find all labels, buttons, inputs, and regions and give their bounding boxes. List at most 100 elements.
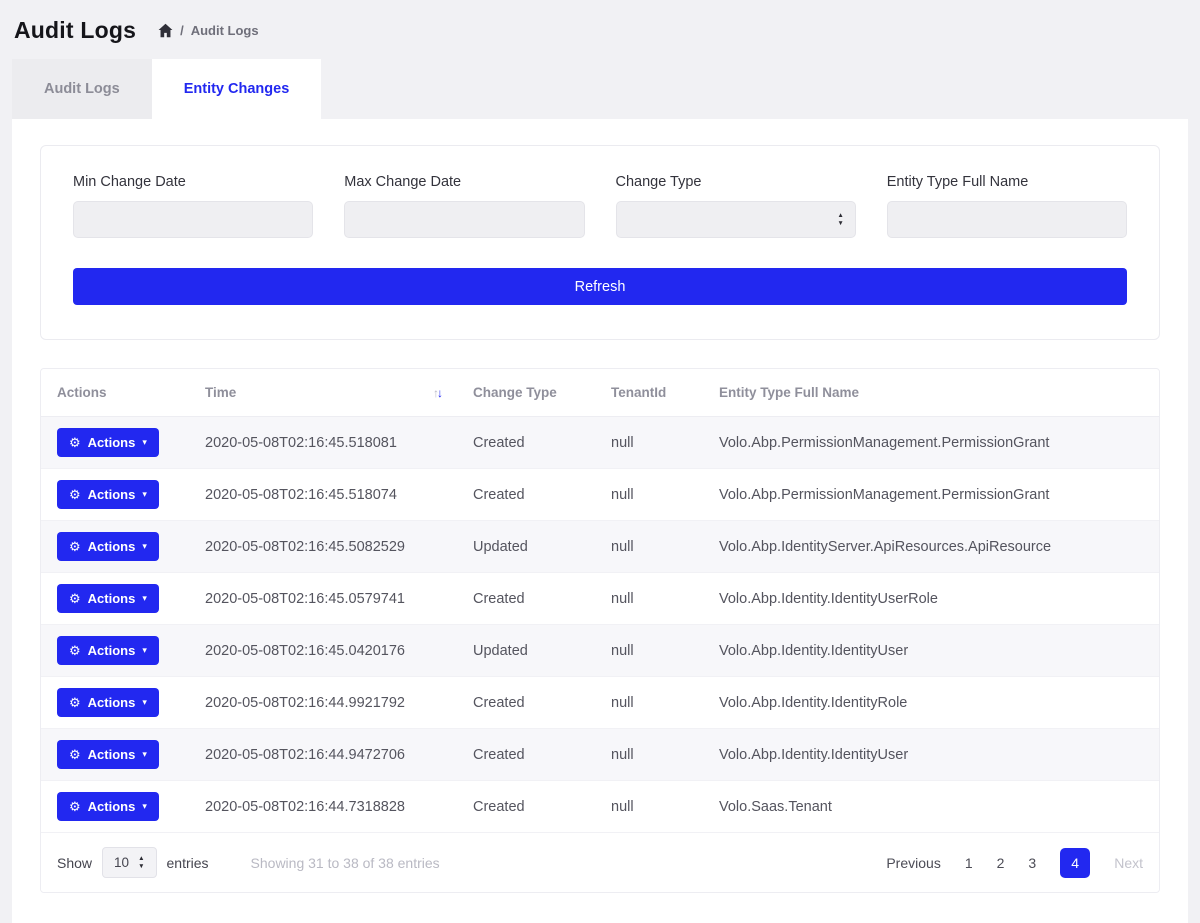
row-actions-button[interactable]: ⚙Actions▾ bbox=[57, 532, 159, 561]
gear-icon: ⚙ bbox=[69, 800, 81, 813]
caret-down-icon: ▾ bbox=[142, 698, 147, 707]
cell-time: 2020-05-08T02:16:45.0420176 bbox=[189, 625, 457, 677]
cell-entity-type: Volo.Abp.Identity.IdentityUser bbox=[703, 625, 1159, 677]
page-title: Audit Logs bbox=[14, 17, 136, 44]
caret-down-icon: ▾ bbox=[142, 542, 147, 551]
pagination-page-1[interactable]: 1 bbox=[965, 855, 973, 871]
cell-change-type: Created bbox=[457, 417, 595, 469]
cell-change-type: Created bbox=[457, 677, 595, 729]
table-row: ⚙Actions▾ 2020-05-08T02:16:45.518074 Cre… bbox=[41, 469, 1159, 521]
min-change-date-label: Min Change Date bbox=[73, 174, 313, 190]
column-header-tenantid: TenantId bbox=[595, 369, 703, 417]
home-icon[interactable] bbox=[158, 23, 173, 38]
gear-icon: ⚙ bbox=[69, 488, 81, 501]
cell-change-type: Created bbox=[457, 781, 595, 833]
cell-tenantid: null bbox=[595, 781, 703, 833]
tab-bar: Audit Logs Entity Changes bbox=[12, 59, 1188, 119]
row-actions-button[interactable]: ⚙Actions▾ bbox=[57, 480, 159, 509]
entries-label: entries bbox=[167, 855, 209, 871]
entity-changes-table-card: Actions Time ↑↓ Change Type TenantId Ent… bbox=[40, 368, 1160, 893]
caret-down-icon: ▾ bbox=[142, 646, 147, 655]
breadcrumb: / Audit Logs bbox=[158, 23, 259, 38]
table-header-row: Actions Time ↑↓ Change Type TenantId Ent… bbox=[41, 369, 1159, 417]
table-row: ⚙Actions▾ 2020-05-08T02:16:44.9921792 Cr… bbox=[41, 677, 1159, 729]
cell-time: 2020-05-08T02:16:45.5082529 bbox=[189, 521, 457, 573]
row-actions-button[interactable]: ⚙Actions▾ bbox=[57, 792, 159, 821]
caret-down-icon: ▾ bbox=[142, 802, 147, 811]
cell-entity-type: Volo.Abp.IdentityServer.ApiResources.Api… bbox=[703, 521, 1159, 573]
filter-card: Min Change Date Max Change Date Change T… bbox=[40, 145, 1160, 340]
cell-change-type: Created bbox=[457, 469, 595, 521]
gear-icon: ⚙ bbox=[69, 436, 81, 449]
tab-audit-logs[interactable]: Audit Logs bbox=[12, 59, 152, 119]
cell-tenantid: null bbox=[595, 417, 703, 469]
row-actions-button[interactable]: ⚙Actions▾ bbox=[57, 428, 159, 457]
page-header: Audit Logs / Audit Logs bbox=[0, 0, 1200, 55]
caret-down-icon: ▾ bbox=[142, 490, 147, 499]
breadcrumb-separator: / bbox=[180, 23, 184, 38]
caret-down-icon: ▾ bbox=[142, 594, 147, 603]
select-updown-icon: ▲ ▼ bbox=[837, 212, 843, 227]
filter-field-entity-type: Entity Type Full Name bbox=[887, 174, 1127, 238]
cell-time: 2020-05-08T02:16:44.7318828 bbox=[189, 781, 457, 833]
content-panel: Min Change Date Max Change Date Change T… bbox=[12, 119, 1188, 923]
show-label: Show bbox=[57, 855, 92, 871]
page-size-value: 10 bbox=[114, 855, 129, 870]
gear-icon: ⚙ bbox=[69, 696, 81, 709]
column-header-time[interactable]: Time ↑↓ bbox=[189, 369, 457, 417]
row-actions-button[interactable]: ⚙Actions▾ bbox=[57, 636, 159, 665]
table-row: ⚙Actions▾ 2020-05-08T02:16:44.7318828 Cr… bbox=[41, 781, 1159, 833]
tab-entity-changes[interactable]: Entity Changes bbox=[152, 59, 322, 119]
cell-tenantid: null bbox=[595, 729, 703, 781]
column-header-time-label: Time bbox=[205, 385, 236, 400]
row-actions-button[interactable]: ⚙Actions▾ bbox=[57, 584, 159, 613]
cell-change-type: Updated bbox=[457, 521, 595, 573]
max-change-date-input[interactable] bbox=[344, 201, 584, 238]
cell-tenantid: null bbox=[595, 521, 703, 573]
pagination-next[interactable]: Next bbox=[1114, 855, 1143, 871]
entity-type-input[interactable] bbox=[887, 201, 1127, 238]
cell-entity-type: Volo.Saas.Tenant bbox=[703, 781, 1159, 833]
cell-change-type: Updated bbox=[457, 625, 595, 677]
cell-tenantid: null bbox=[595, 625, 703, 677]
cell-tenantid: null bbox=[595, 469, 703, 521]
filter-field-min-change-date: Min Change Date bbox=[73, 174, 313, 238]
table-row: ⚙Actions▾ 2020-05-08T02:16:45.0420176 Up… bbox=[41, 625, 1159, 677]
pagination-page-4[interactable]: 4 bbox=[1060, 848, 1090, 878]
caret-down-icon: ▾ bbox=[142, 750, 147, 759]
pagination-page-2[interactable]: 2 bbox=[997, 855, 1005, 871]
cell-entity-type: Volo.Abp.PermissionManagement.Permission… bbox=[703, 469, 1159, 521]
pagination-previous[interactable]: Previous bbox=[886, 855, 940, 871]
min-change-date-input[interactable] bbox=[73, 201, 313, 238]
gear-icon: ⚙ bbox=[69, 592, 81, 605]
cell-tenantid: null bbox=[595, 677, 703, 729]
entity-changes-table: Actions Time ↑↓ Change Type TenantId Ent… bbox=[41, 369, 1159, 833]
audit-logs-page: Audit Logs / Audit Logs Audit Logs Entit… bbox=[0, 0, 1200, 923]
cell-entity-type: Volo.Abp.Identity.IdentityUser bbox=[703, 729, 1159, 781]
cell-time: 2020-05-08T02:16:44.9921792 bbox=[189, 677, 457, 729]
entity-type-label: Entity Type Full Name bbox=[887, 174, 1127, 190]
change-type-select[interactable]: ▲ ▼ bbox=[616, 201, 856, 238]
table-row: ⚙Actions▾ 2020-05-08T02:16:45.518081 Cre… bbox=[41, 417, 1159, 469]
row-actions-button[interactable]: ⚙Actions▾ bbox=[57, 740, 159, 769]
column-header-change-type: Change Type bbox=[457, 369, 595, 417]
table-footer: Show 10 ▲ ▼ entries Showing 31 to 38 of … bbox=[41, 833, 1159, 892]
cell-time: 2020-05-08T02:16:45.518074 bbox=[189, 469, 457, 521]
cell-entity-type: Volo.Abp.Identity.IdentityUserRole bbox=[703, 573, 1159, 625]
pagination-page-3[interactable]: 3 bbox=[1028, 855, 1036, 871]
change-type-label: Change Type bbox=[616, 174, 856, 190]
filter-grid: Min Change Date Max Change Date Change T… bbox=[73, 174, 1127, 238]
showing-entries-text: Showing 31 to 38 of 38 entries bbox=[251, 855, 440, 871]
cell-tenantid: null bbox=[595, 573, 703, 625]
row-actions-button[interactable]: ⚙Actions▾ bbox=[57, 688, 159, 717]
sort-icon[interactable]: ↑↓ bbox=[433, 386, 441, 400]
breadcrumb-item: Audit Logs bbox=[191, 23, 259, 38]
page-size-select[interactable]: 10 ▲ ▼ bbox=[102, 847, 156, 878]
refresh-button[interactable]: Refresh bbox=[73, 268, 1127, 305]
max-change-date-label: Max Change Date bbox=[344, 174, 584, 190]
table-row: ⚙Actions▾ 2020-05-08T02:16:45.5082529 Up… bbox=[41, 521, 1159, 573]
caret-down-icon: ▾ bbox=[142, 438, 147, 447]
cell-time: 2020-05-08T02:16:44.9472706 bbox=[189, 729, 457, 781]
column-header-actions: Actions bbox=[41, 369, 189, 417]
gear-icon: ⚙ bbox=[69, 644, 81, 657]
